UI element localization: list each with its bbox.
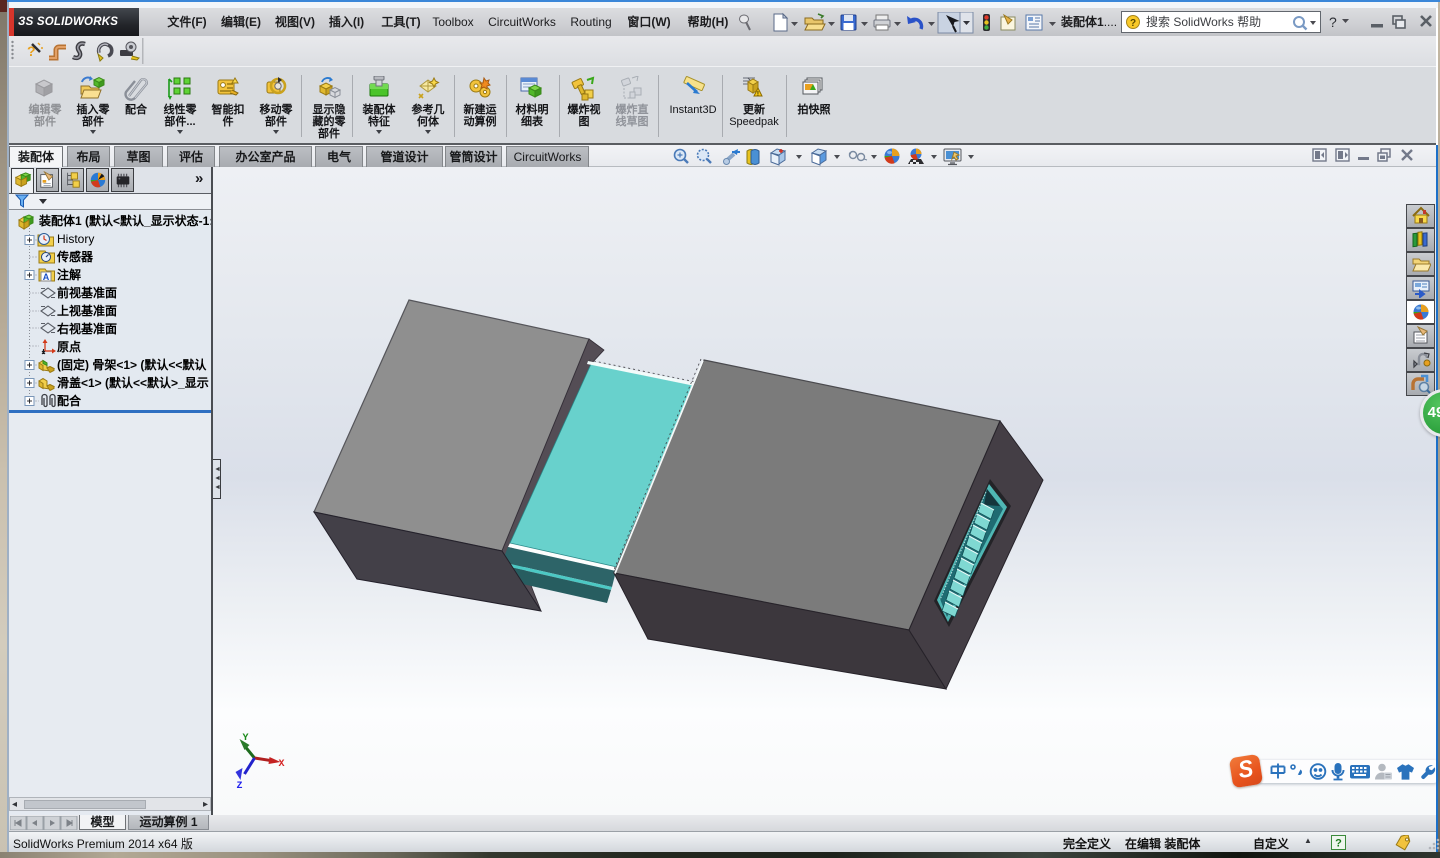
svg-text:Z: Z [237,781,243,792]
svg-text:?: ? [1335,838,1342,850]
svg-text:Y: Y [243,733,249,744]
svg-text:!: ! [757,91,759,98]
svg-text:X: X [279,759,285,770]
svg-text:?: ? [1130,18,1136,29]
svg-text:A: A [43,272,50,282]
